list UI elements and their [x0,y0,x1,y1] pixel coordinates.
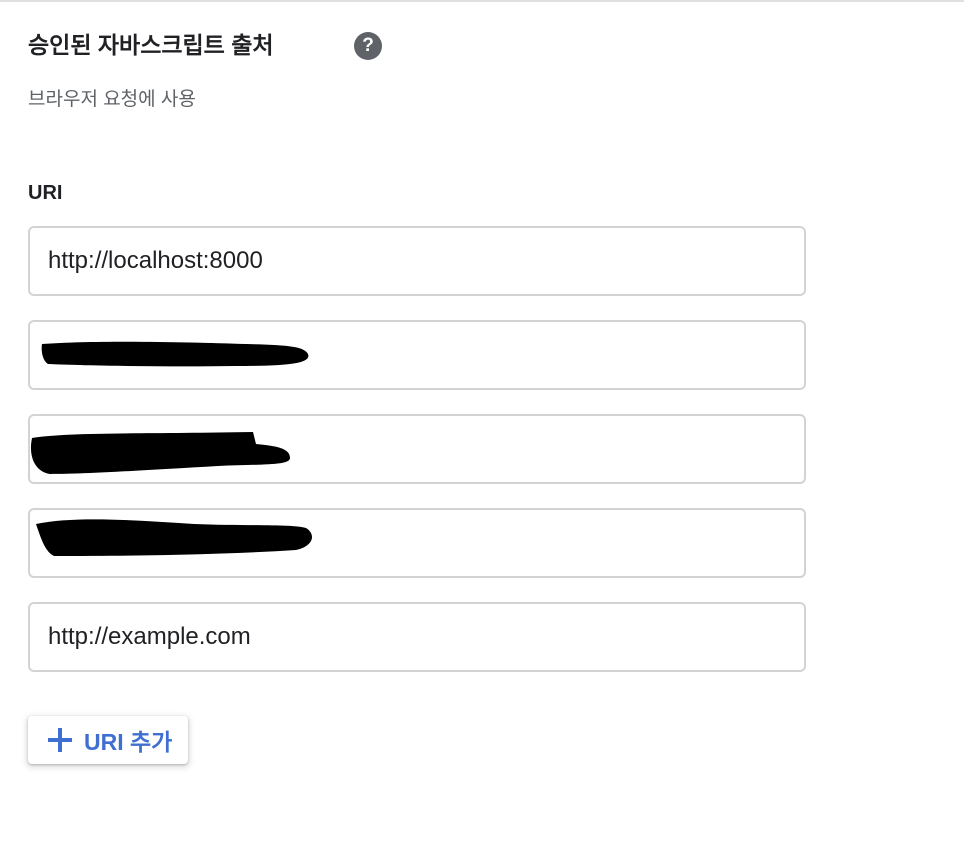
uri-input-2[interactable] [30,322,804,388]
uri-field-3 [28,414,806,484]
uri-input-4[interactable] [30,510,804,576]
uri-input-5[interactable] [30,604,804,670]
uri-field-1 [28,226,806,296]
section-subtitle: 브라우저 요청에 사용 [28,89,196,110]
add-uri-button[interactable]: URI 추가 [28,716,189,764]
uri-label: URI [28,182,63,204]
help-icon[interactable]: ? [354,32,382,60]
uri-field-2 [28,320,806,390]
section-title: 승인된 자바스크립트 출처 [28,32,274,58]
uri-list [28,226,806,696]
uri-input-3[interactable] [30,416,804,482]
add-uri-label: URI 추가 [84,729,173,755]
uri-field-4 [28,508,806,578]
uri-field-5 [28,602,806,672]
top-divider [0,0,964,2]
uri-input-1[interactable] [30,228,804,294]
plus-icon [48,728,72,752]
